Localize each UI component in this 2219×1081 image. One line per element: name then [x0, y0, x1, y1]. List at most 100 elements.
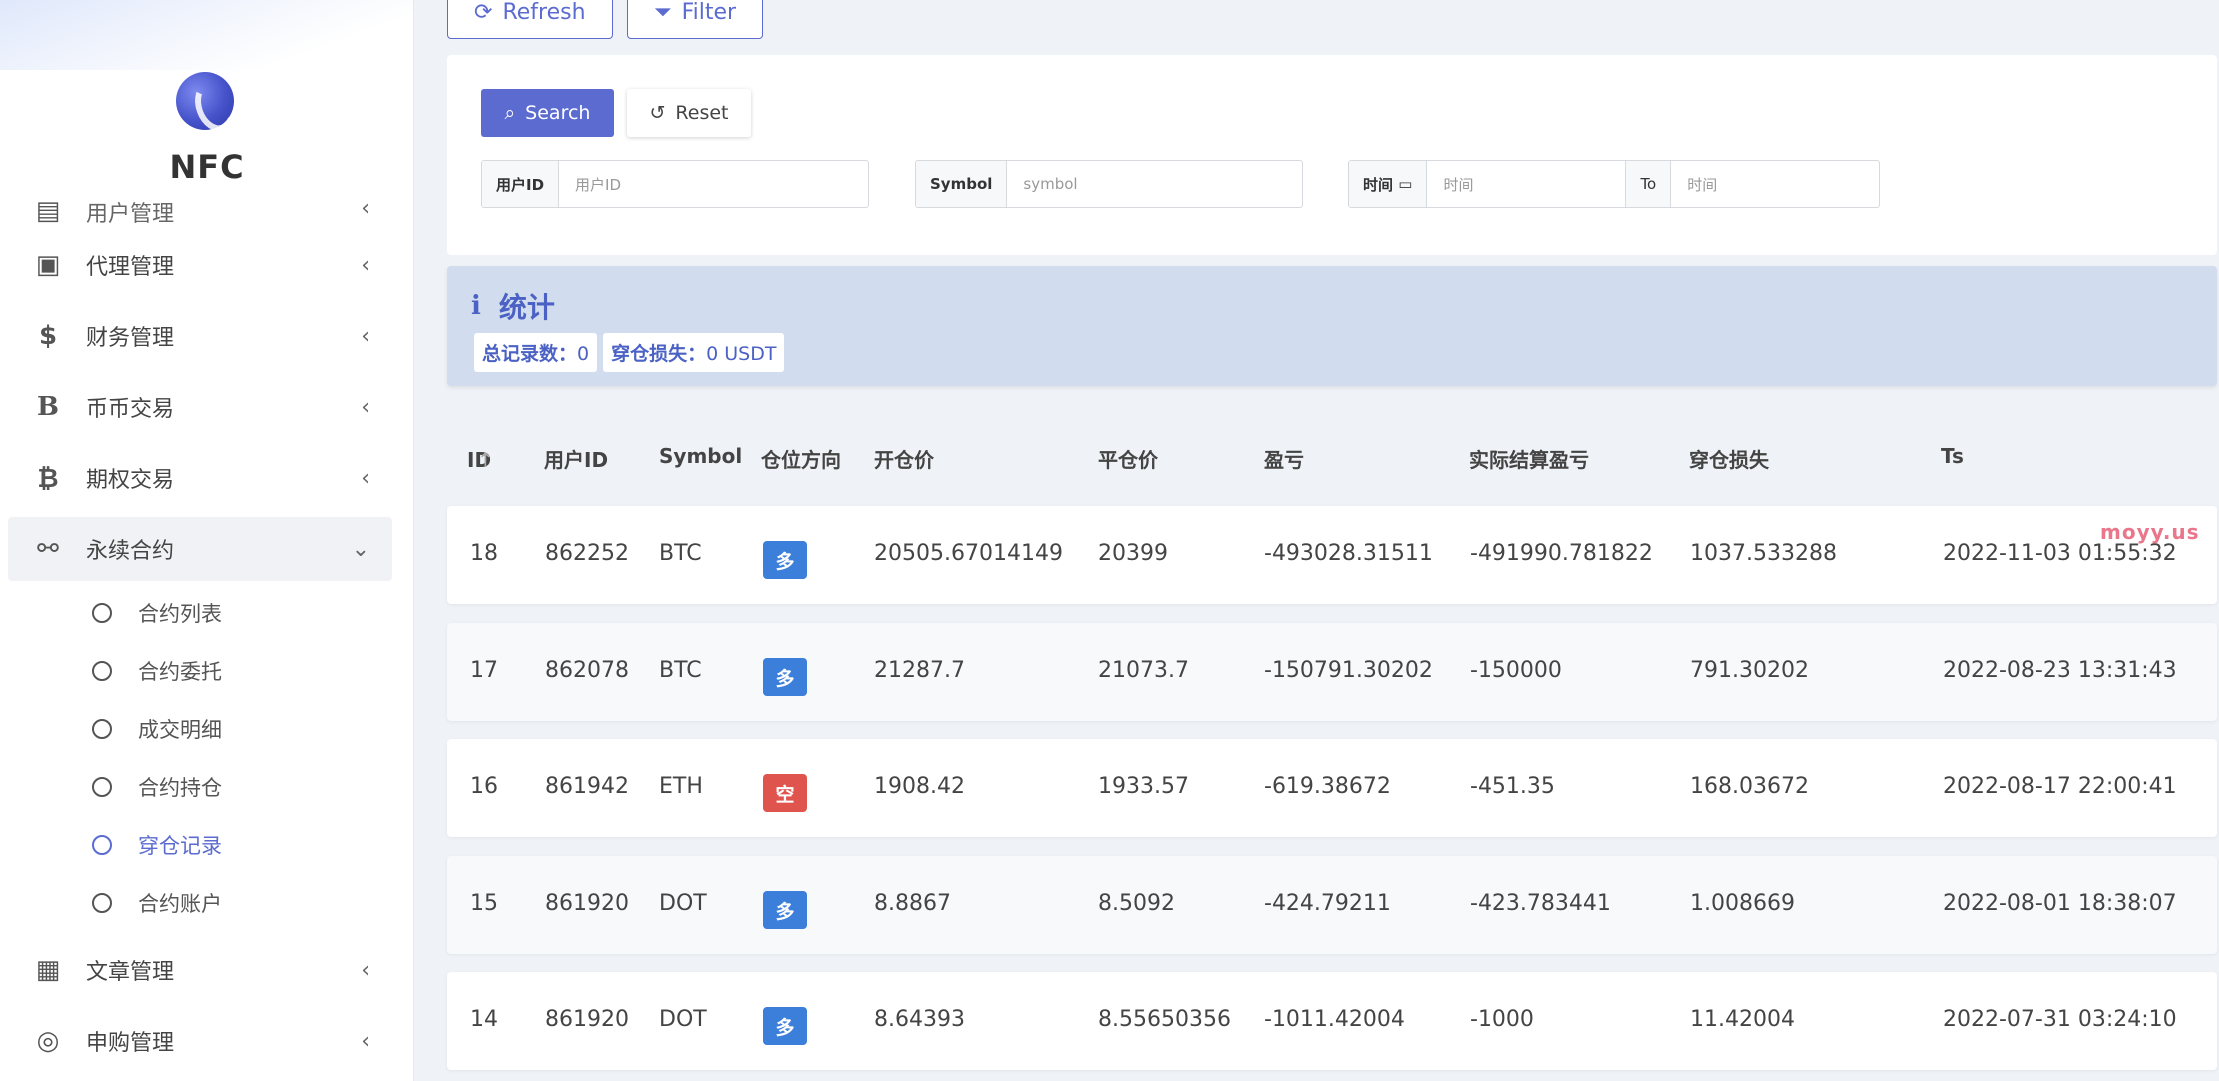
sidebar-item-perpetual[interactable]: ⚯ 永续合约 ⌄ [8, 517, 392, 581]
submenu-item-label: 合约列表 [138, 602, 222, 626]
cell-open-price: 21287.7 [874, 658, 965, 683]
filter-button-label: Filter [681, 0, 737, 25]
symbol-input[interactable]: symbol [1007, 161, 1302, 207]
time-label-text: 时间 [1363, 175, 1394, 194]
sidebar-item-label: 文章管理 [86, 960, 175, 985]
submenu-item-liquidation-records[interactable]: 穿仓记录 [92, 816, 392, 874]
submenu-item-label: 成交明细 [138, 718, 222, 742]
reset-button[interactable]: ↺ Reset [627, 89, 751, 137]
sidebar-item-users[interactable]: ▤ 用户管理 ‹ [8, 196, 392, 226]
column-header-symbol: Symbol [659, 444, 743, 468]
cell-pnl: -1011.42004 [1264, 1007, 1405, 1032]
link-icon: ⚯ [37, 534, 59, 564]
chevron-left-icon: ‹ [361, 1028, 370, 1054]
sidebar-item-articles[interactable]: ▦ 文章管理 ‹ [8, 938, 392, 1002]
chevron-left-icon: ‹ [361, 957, 370, 983]
circle-icon [92, 603, 112, 623]
circle-icon [92, 777, 112, 797]
cell-pnl: -493028.31511 [1264, 541, 1433, 566]
table-row[interactable]: 15 861920 DOT 多 8.8867 8.5092 -424.79211 -423.7… [447, 856, 2217, 954]
submenu-item-contract-list[interactable]: 合约列表 [92, 584, 392, 642]
user-id-input[interactable]: 用户ID [559, 161, 868, 207]
sidebar-item-label: 永续合约 [86, 539, 175, 564]
cell-pnl: -150791.30202 [1264, 658, 1433, 683]
circle-icon [92, 661, 112, 681]
column-header-ts: Ts [1941, 444, 1964, 468]
symbol-field: Symbol symbol [915, 160, 1303, 208]
time-to-input[interactable]: 时间 [1671, 161, 1879, 207]
cell-symbol: ETH [659, 774, 703, 799]
refresh-button[interactable]: ⟳ Refresh [447, 0, 613, 39]
cell-liquidation-loss: 1.008669 [1690, 891, 1795, 916]
cell-user-id: 861920 [545, 891, 629, 916]
cell-settled-pnl: -423.783441 [1470, 891, 1611, 916]
cell-ts: 2022-07-31 03:24:10 [1943, 1007, 2177, 1032]
info-icon: i [471, 291, 481, 321]
cell-open-price: 8.64393 [874, 1007, 965, 1032]
cell-side: 多 [763, 1007, 807, 1045]
search-icon: ⌕ [504, 102, 516, 124]
submenu-item-positions[interactable]: 合约持仓 [92, 758, 392, 816]
cell-user-id: 862252 [545, 541, 629, 566]
cell-id: 18 [470, 541, 498, 566]
cell-side: 多 [763, 541, 807, 579]
cell-id: 17 [470, 658, 498, 683]
cell-liquidation-loss: 791.30202 [1690, 658, 1809, 683]
total-records-label: 总记录数： [482, 343, 578, 365]
submenu-item-trade-details[interactable]: 成交明细 [92, 700, 392, 758]
circle-icon [92, 835, 112, 855]
b-icon: B [37, 392, 59, 422]
sidebar-menu: ▤ 用户管理 ‹ ▣ 代理管理 ‹ $ 财务管理 ‹ B 币币交易 ‹ ₿ 期权… [8, 196, 392, 1080]
sidebar-item-spot[interactable]: B 币币交易 ‹ [8, 375, 392, 439]
cell-settled-pnl: -451.35 [1470, 774, 1555, 799]
liquidation-loss-badge: 穿仓损失：0 USDT [603, 333, 785, 372]
cell-pnl: -424.79211 [1264, 891, 1391, 916]
bitcoin-icon: ₿ [37, 463, 59, 494]
circle-icon [92, 719, 112, 739]
cell-settled-pnl: -491990.781822 [1470, 541, 1653, 566]
refresh-icon: ⟳ [474, 0, 493, 25]
sort-arrow-up-icon[interactable]: ↑ [477, 448, 494, 472]
cell-liquidation-loss: 168.03672 [1690, 774, 1809, 799]
sidebar-item-agents[interactable]: ▣ 代理管理 ‹ [8, 233, 392, 297]
user-id-field: 用户ID 用户ID [481, 160, 869, 208]
sidebar-item-label: 期权交易 [86, 468, 175, 493]
undo-icon: ↺ [649, 102, 666, 124]
submenu-item-contract-accounts[interactable]: 合约账户 [92, 874, 392, 932]
cell-user-id: 861920 [545, 1007, 629, 1032]
chevron-left-icon: ‹ [361, 196, 370, 221]
sidebar-item-label: 用户管理 [86, 202, 175, 226]
submenu-item-label: 合约持仓 [138, 776, 222, 800]
cell-ts: 2022-08-01 18:38:07 [1943, 891, 2177, 916]
refresh-button-label: Refresh [502, 0, 586, 25]
calendar-icon: ▭ [1398, 175, 1413, 193]
time-label: 时间 ▭ [1349, 161, 1428, 207]
sidebar-item-label: 代理管理 [86, 255, 175, 280]
column-header-liquidation-loss: 穿仓损失 [1689, 448, 1769, 472]
cell-symbol: DOT [659, 891, 707, 916]
table-header: ID ↑ 用户ID Symbol 仓位方向 开仓价 平仓价 盈亏 实际结算盈亏 穿… [447, 440, 2217, 476]
users-icon: ▤ [35, 196, 61, 226]
cell-close-price: 21073.7 [1098, 658, 1189, 683]
cell-user-id: 861942 [545, 774, 629, 799]
table-row[interactable]: 14 861920 DOT 多 8.64393 8.55650356 -1011.42004… [447, 972, 2217, 1070]
time-from-input[interactable]: 时间 [1427, 161, 1625, 207]
search-button[interactable]: ⌕ Search [481, 89, 614, 137]
brand-logo-icon[interactable] [176, 72, 234, 130]
submenu-item-contract-orders[interactable]: 合约委托 [92, 642, 392, 700]
lifebuoy-icon: ◎ [36, 1026, 60, 1056]
sidebar-item-subscription[interactable]: ◎ 申购管理 ‹ [8, 1009, 392, 1073]
table-row[interactable]: 16 861942 ETH 空 1908.42 1933.57 -619.38672 -451… [447, 739, 2217, 837]
total-records-badge: 总记录数：0 [474, 333, 598, 372]
sidebar-item-label: 财务管理 [86, 326, 175, 351]
table-row[interactable]: 18 862252 BTC 多 20505.67014149 20399 -493028.3… [447, 506, 2217, 604]
sidebar-item-label: 币币交易 [86, 397, 175, 422]
cell-liquidation-loss: 11.42004 [1690, 1007, 1795, 1032]
liquidation-loss-label: 穿仓损失： [611, 343, 707, 365]
sidebar-item-finance[interactable]: $ 财务管理 ‹ [8, 304, 392, 368]
sidebar-item-options[interactable]: ₿ 期权交易 ‹ [8, 446, 392, 510]
submenu-perpetual: 合约列表 合约委托 成交明细 合约持仓 穿仓记录 合约账户 [8, 584, 392, 932]
id-card-icon: ▣ [35, 250, 61, 280]
table-row[interactable]: 17 862078 BTC 多 21287.7 21073.7 -150791.30202 -… [447, 623, 2217, 721]
filter-button[interactable]: ⏷ Filter [627, 0, 764, 39]
